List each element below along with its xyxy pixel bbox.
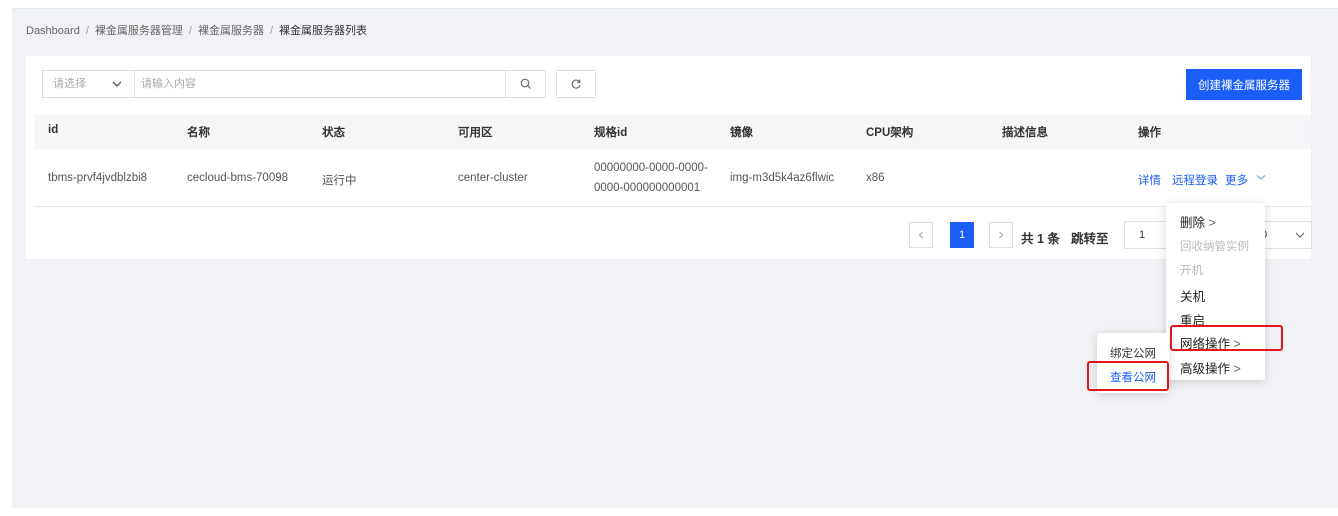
cell-zone: center-cluster [458, 172, 528, 184]
search-button[interactable] [506, 70, 546, 98]
table-header [34, 115, 1311, 149]
chevron-right-icon [999, 231, 1004, 239]
breadcrumb-separator: / [188, 25, 192, 37]
prev-page-button[interactable] [909, 222, 933, 248]
chevron-down-icon [1295, 222, 1305, 259]
search-icon [520, 78, 531, 89]
column-header-spec: 规格id [594, 127, 628, 139]
column-header-desc: 描述信息 [1002, 127, 1048, 139]
next-page-button[interactable] [989, 222, 1013, 248]
filter-select-placeholder: 请选择 [53, 78, 86, 90]
column-header-zone: 可用区 [458, 127, 493, 139]
chevron-down-icon[interactable] [1254, 170, 1268, 187]
breadcrumb: Dashboard / 裸金属服务器管理 / 裸金属服务器 / 裸金属服务器列表 [26, 22, 367, 38]
chevron-right-icon: > [1208, 216, 1216, 230]
network-highlight-box [1170, 325, 1283, 351]
cell-id: tbms-prvf4jvdblzbi8 [48, 172, 148, 184]
chevron-down-icon [112, 71, 122, 108]
column-header-id: id [48, 124, 59, 136]
menu-item-delete[interactable]: 删除 > [1180, 212, 1216, 231]
menu-item-delete-label: 删除 [1180, 216, 1206, 230]
menu-item-advanced[interactable]: 高级操作 > [1180, 358, 1241, 377]
cell-spec-line2: 0000-000000000001 [594, 182, 701, 194]
cell-name: cecloud-bms-70098 [187, 172, 289, 184]
create-bms-button[interactable]: 创建裸金属服务器 [1186, 69, 1302, 100]
row-divider [34, 206, 1311, 207]
page-1-button[interactable]: 1 [950, 222, 974, 248]
filter-field-select[interactable]: 请选择 [42, 70, 134, 98]
cell-image: img-m3d5k4az6flwic [730, 172, 835, 184]
total-count: 共 1 条 [1021, 232, 1060, 246]
breadcrumb-separator: / [85, 25, 89, 37]
refresh-icon [571, 79, 581, 89]
cell-spec-line1: 00000000-0000-0000- [594, 162, 708, 174]
cell-spec: 00000000-0000-0000- 0000-000000000001 [594, 158, 708, 198]
detail-link[interactable]: 详情 [1138, 172, 1161, 188]
chevron-right-icon: > [1233, 362, 1241, 376]
breadcrumb-dashboard[interactable]: Dashboard [26, 25, 80, 37]
column-header-ops: 操作 [1138, 127, 1161, 139]
menu-item-advanced-label: 高级操作 [1180, 362, 1231, 376]
cell-cpu: x86 [866, 172, 885, 184]
breadcrumb-bms-list: 裸金属服务器列表 [279, 25, 368, 37]
column-header-cpu: CPU架构 [866, 127, 914, 139]
breadcrumb-separator: / [269, 25, 274, 37]
view-public-ip-highlight-box [1087, 361, 1169, 391]
column-header-name: 名称 [187, 127, 210, 139]
column-header-status: 状态 [322, 127, 345, 139]
remote-login-link[interactable]: 远程登录 [1172, 172, 1218, 188]
menu-item-power-on: 开机 [1180, 265, 1203, 277]
jump-label: 跳转至 [1071, 232, 1109, 246]
cell-status: 运行中 [322, 175, 357, 187]
search-input[interactable] [134, 70, 506, 98]
breadcrumb-bms[interactable]: 裸金属服务器 [198, 25, 264, 37]
column-header-image: 镜像 [730, 127, 753, 139]
chevron-left-icon [918, 231, 923, 239]
menu-item-reclaim: 回收纳管实例 [1180, 241, 1249, 253]
more-link[interactable]: 更多 [1225, 172, 1248, 188]
breadcrumb-bms-management[interactable]: 裸金属服务器管理 [95, 25, 183, 37]
submenu-item-bind-public-ip[interactable]: 绑定公网 [1110, 345, 1156, 361]
menu-item-power-off[interactable]: 关机 [1180, 286, 1205, 305]
refresh-button[interactable] [556, 70, 596, 98]
